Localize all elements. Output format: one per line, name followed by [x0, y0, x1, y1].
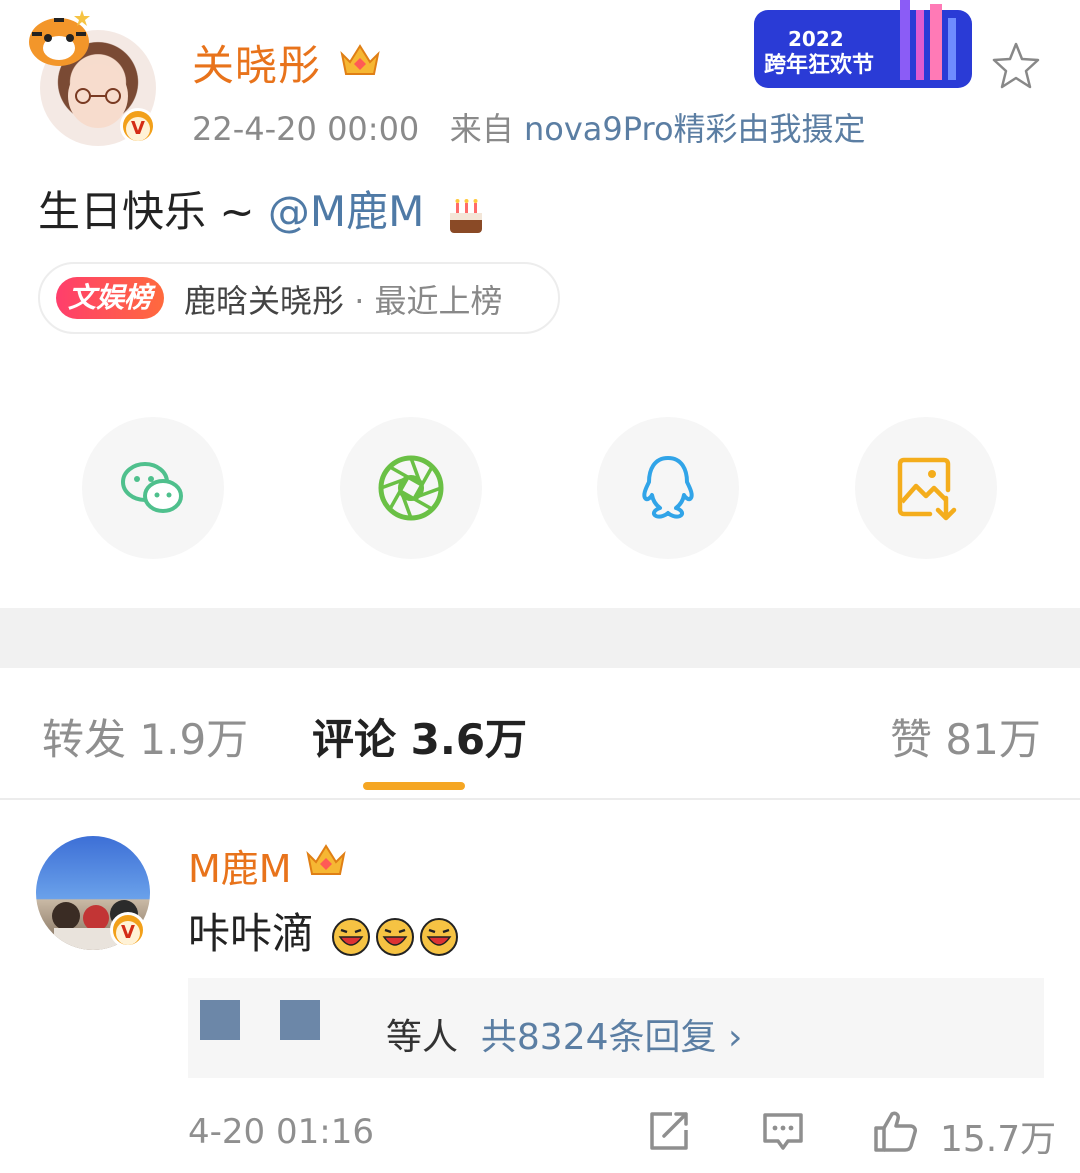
section-divider	[0, 608, 1080, 668]
tab-repost-label: 转发	[42, 715, 127, 764]
post-text-body: 生日快乐 ~	[38, 187, 268, 236]
qq-icon	[642, 456, 694, 519]
save-image-button[interactable]	[855, 417, 997, 559]
promo-text: 跨年狂欢节	[764, 52, 874, 78]
crown-icon	[340, 44, 380, 75]
reply-partial-text: 等人	[386, 1017, 459, 1058]
mention-link[interactable]: @M鹿M	[268, 187, 424, 236]
tab-likes-label: 赞	[890, 715, 933, 764]
rank-text: 鹿晗关晓彤 · 最近上榜	[184, 276, 503, 322]
tab-likes[interactable]: 赞 81万	[890, 706, 1041, 767]
active-tab-indicator	[363, 782, 465, 790]
share-moments-button[interactable]	[340, 417, 482, 559]
tab-repost[interactable]: 转发 1.9万	[42, 706, 248, 767]
comment-time: 4-20 01:16	[188, 1112, 374, 1152]
commenter-name[interactable]: M鹿M	[188, 838, 292, 893]
author-name[interactable]: 关晓彤	[192, 32, 321, 93]
comment-like-count: 15.7万	[940, 1119, 1057, 1160]
tab-likes-count: 81万	[945, 715, 1041, 764]
laugh-emoji-icon	[376, 917, 415, 956]
tab-comments[interactable]: 评论 3.6万	[312, 706, 527, 767]
commenter-verified-icon: V	[110, 912, 146, 948]
comment-icon[interactable]	[760, 1108, 806, 1154]
rank-tag: 文娱榜	[56, 277, 165, 319]
reply-count-link[interactable]: 共8324条回复	[481, 1017, 717, 1058]
rank-topic: 鹿晗关晓彤	[184, 282, 345, 320]
moments-icon	[378, 455, 444, 521]
tab-repost-count: 1.9万	[139, 715, 249, 764]
cake-emoji-icon	[449, 198, 482, 233]
wechat-icon	[121, 462, 183, 513]
reply-summary[interactable]: 等人 共8324条回复 ›	[386, 1008, 742, 1060]
favorite-star-icon[interactable]	[990, 40, 1042, 92]
verified-badge-icon: V	[120, 108, 156, 144]
redacted-block	[280, 1000, 320, 1040]
tab-comments-label: 评论	[312, 715, 397, 764]
laugh-emoji-icon	[420, 917, 459, 956]
repost-icon[interactable]	[646, 1108, 692, 1154]
commenter-crown-icon	[306, 844, 346, 875]
share-wechat-button[interactable]	[82, 417, 224, 559]
promo-banner[interactable]: 2022 跨年狂欢节	[750, 0, 976, 92]
laugh-emoji-icon	[332, 917, 371, 956]
post-source[interactable]: nova9Pro精彩由我摄定	[524, 110, 866, 148]
post-meta: 22-4-20 00:00 来自 nova9Pro精彩由我摄定	[192, 104, 866, 150]
source-prefix: 来自	[449, 110, 514, 148]
redacted-block	[200, 1000, 240, 1040]
save-image-icon	[897, 457, 957, 521]
tabs-divider	[0, 798, 1080, 800]
tiger-sticker-icon	[29, 10, 90, 66]
post-timestamp: 22-4-20 00:00	[192, 110, 420, 148]
like-thumb-icon[interactable]	[872, 1108, 918, 1154]
commenter-name-text: M鹿M	[188, 847, 292, 891]
chevron-right-icon: ›	[727, 1017, 743, 1058]
share-qq-button[interactable]	[597, 417, 739, 559]
promo-year: 2022	[788, 27, 844, 51]
post-text: 生日快乐 ~ @M鹿M	[38, 178, 488, 239]
comment-text: 咔咔滴	[188, 900, 459, 961]
comment-text-body: 咔咔滴	[188, 909, 315, 958]
tab-comments-count: 3.6万	[410, 715, 528, 764]
rank-suffix: · 最近上榜	[344, 282, 503, 320]
